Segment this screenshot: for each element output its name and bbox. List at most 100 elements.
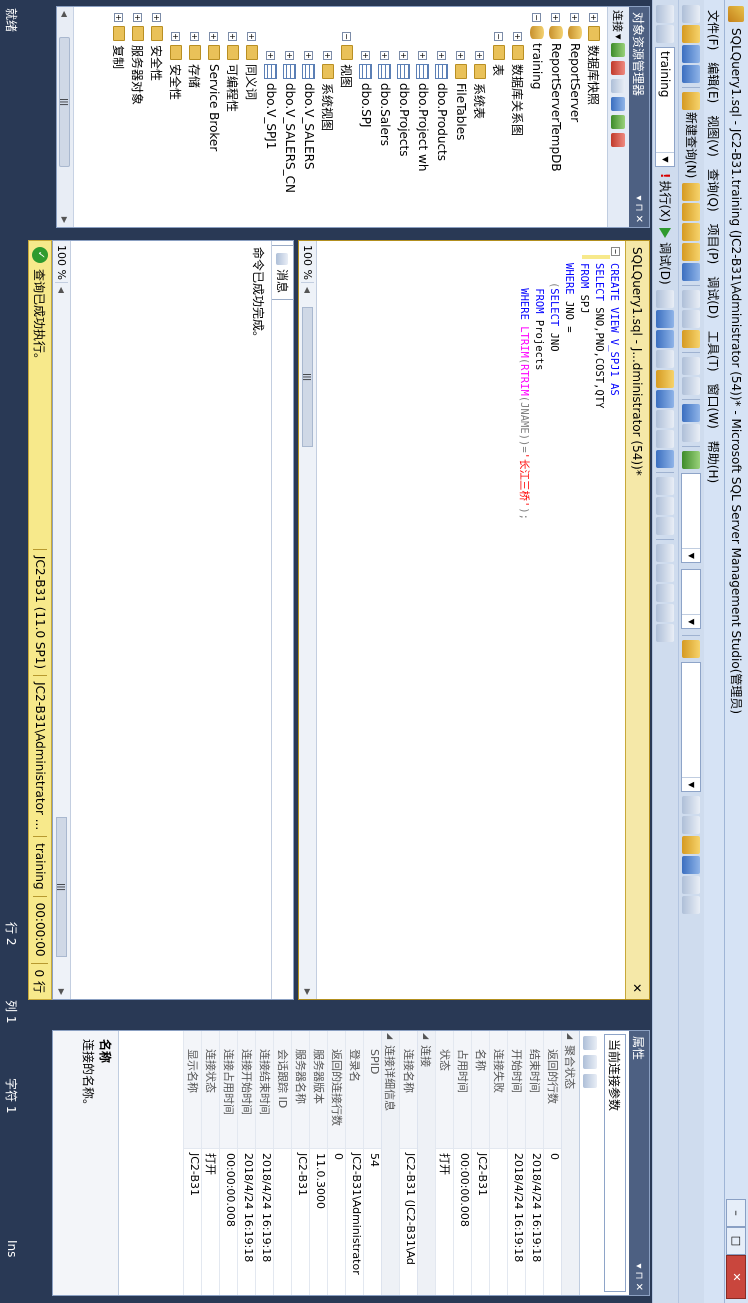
tree-node[interactable]: + 可编程性	[224, 32, 242, 112]
include-actual-plan-icon[interactable]	[656, 409, 675, 428]
expand-icon[interactable]: +	[285, 51, 295, 60]
comment-icon[interactable]	[656, 543, 675, 562]
property-row[interactable]: 连接开始时间 2018/4/24 16:19:18	[237, 1031, 255, 1295]
menu-item-6[interactable]: 工具(T)	[706, 325, 723, 378]
expand-icon[interactable]: +	[133, 13, 143, 22]
property-row[interactable]: 连接状态 打开	[201, 1031, 219, 1295]
maximize-button[interactable]: □	[726, 1227, 747, 1255]
tree-node[interactable]: + 同义词	[243, 32, 261, 100]
cut-icon[interactable]	[682, 290, 701, 309]
tree-node[interactable]: + 安全性	[148, 13, 166, 81]
navigate-back-icon[interactable]	[682, 404, 701, 423]
expand-icon[interactable]: +	[304, 51, 314, 60]
execute-button[interactable]: ! 执行(X)	[657, 173, 674, 222]
properties-pin-icon[interactable]: ▾ ⊓ ✕	[634, 1259, 645, 1295]
property-row[interactable]: 返回的行数 0	[543, 1031, 561, 1295]
tree-node[interactable]: + 复制	[110, 13, 128, 69]
property-row[interactable]: 连接结束时间 2018/4/24 16:19:18	[255, 1031, 273, 1295]
copy-icon[interactable]	[682, 310, 701, 329]
disconnect-icon[interactable]	[611, 60, 626, 75]
results-to-file-icon[interactable]	[656, 516, 675, 535]
expand-icon[interactable]: +	[228, 32, 238, 41]
collapse-triangle-icon[interactable]: ◢	[386, 1033, 395, 1039]
close-tab-icon[interactable]: ✕	[631, 983, 645, 993]
properties-window-icon[interactable]	[682, 876, 701, 895]
collapse-marker-icon[interactable]: −	[611, 247, 620, 256]
tree-node[interactable]: − 视图	[338, 32, 356, 88]
platform-combo[interactable]: ▼	[681, 569, 702, 630]
tree-node[interactable]: − training	[528, 13, 546, 90]
minimize-button[interactable]: –	[726, 1199, 747, 1227]
solution-config-combo[interactable]: ▼	[681, 473, 702, 564]
menu-item-1[interactable]: 编辑(E)	[706, 56, 723, 109]
tree-node[interactable]: + 系统表	[471, 51, 489, 119]
start-debug-icon[interactable]	[682, 451, 701, 470]
property-row[interactable]: 会话跟踪 ID	[273, 1031, 291, 1295]
tree-node[interactable]: + ReportServer	[566, 13, 584, 122]
expand-icon[interactable]: +	[456, 51, 466, 60]
property-row[interactable]: 显示名称 JC2-B31	[183, 1031, 201, 1295]
expand-icon[interactable]: +	[589, 13, 599, 22]
uncomment-icon[interactable]	[656, 563, 675, 582]
property-pages-icon[interactable]	[583, 1074, 598, 1088]
property-row[interactable]: 名称 JC2-B31	[471, 1031, 489, 1295]
expand-icon[interactable]: +	[266, 51, 276, 60]
client-statistics-icon[interactable]	[656, 449, 675, 468]
xmla-query-icon[interactable]	[682, 263, 701, 282]
property-row[interactable]: 返回的连接行数 0	[327, 1031, 345, 1295]
filter-icon[interactable]	[611, 96, 626, 111]
tree-node[interactable]: + FileTables	[452, 51, 470, 140]
display-estimated-plan-icon[interactable]	[656, 329, 675, 348]
alphabetical-icon[interactable]	[583, 1055, 598, 1069]
tree-node[interactable]: + 安全性	[167, 32, 185, 100]
save-icon[interactable]	[682, 45, 701, 63]
redo-icon[interactable]	[682, 377, 701, 396]
object-explorer-hscroll[interactable]: ◀ ||| ▶	[57, 7, 74, 227]
analysis-query-icon[interactable]	[682, 203, 701, 222]
parse-icon[interactable]	[656, 309, 675, 328]
undo-icon[interactable]	[682, 357, 701, 376]
property-row[interactable]: 服务器名称 JC2-B31	[291, 1031, 309, 1295]
property-row[interactable]: 登录名 JC2-B31\Administrator	[345, 1031, 363, 1295]
dmx-query-icon[interactable]	[682, 243, 701, 262]
expand-icon[interactable]: +	[152, 13, 162, 22]
property-row[interactable]: 服务器版本 11.0.3000	[309, 1031, 327, 1295]
stop-icon[interactable]	[611, 78, 626, 93]
new-query-icon[interactable]	[682, 92, 701, 110]
tree-node[interactable]: + 数据库关系图	[509, 32, 527, 136]
query-tab[interactable]: SQLQuery1.sql - J...dministrator (54))* …	[625, 241, 649, 999]
expand-icon[interactable]: +	[190, 32, 200, 41]
activity-monitor-icon[interactable]	[611, 132, 626, 147]
paste-icon[interactable]	[682, 330, 701, 349]
property-row[interactable]: 连接占用时间 00:00:00.008	[219, 1031, 237, 1295]
open-file-icon[interactable]	[682, 25, 701, 43]
menu-item-3[interactable]: 查询(Q)	[706, 163, 723, 218]
menu-item-0[interactable]: 文件(F)	[706, 4, 723, 56]
editor-zoom[interactable]: 100 %	[301, 241, 314, 283]
connect-object-icon[interactable]	[611, 42, 626, 57]
find-icon[interactable]	[682, 640, 701, 659]
query-designer-icon[interactable]	[656, 349, 675, 368]
specify-template-values-icon[interactable]	[656, 623, 675, 642]
tree-node[interactable]: + 存储	[186, 32, 204, 88]
connect-icon[interactable]	[656, 5, 675, 23]
tree-node[interactable]: + dbo.Products	[433, 51, 451, 161]
expand-icon[interactable]: +	[551, 13, 561, 22]
property-row[interactable]: 连接失败	[489, 1031, 507, 1295]
collapse-triangle-icon[interactable]: ◢	[566, 1033, 575, 1039]
navigate-forward-icon[interactable]	[682, 424, 701, 443]
categorized-icon[interactable]	[583, 1036, 598, 1050]
increase-indent-icon[interactable]	[656, 603, 675, 622]
tree-node[interactable]: + 服务器对象	[129, 13, 147, 105]
object-explorer-icon[interactable]	[682, 836, 701, 855]
tree-node[interactable]: + dbo.V_SPJ1	[262, 51, 280, 149]
collapse-triangle-icon[interactable]: ◢	[422, 1033, 431, 1039]
collapse-icon[interactable]: −	[494, 32, 504, 41]
change-connection-icon[interactable]	[656, 25, 675, 43]
db-engine-query-icon[interactable]	[682, 183, 701, 202]
expand-icon[interactable]: +	[380, 51, 390, 60]
property-category[interactable]: ◢ 聚合状态	[561, 1031, 579, 1295]
database-combo[interactable]: training ▼	[655, 47, 676, 167]
expand-icon[interactable]: +	[247, 32, 257, 41]
expand-icon[interactable]: +	[570, 13, 580, 22]
